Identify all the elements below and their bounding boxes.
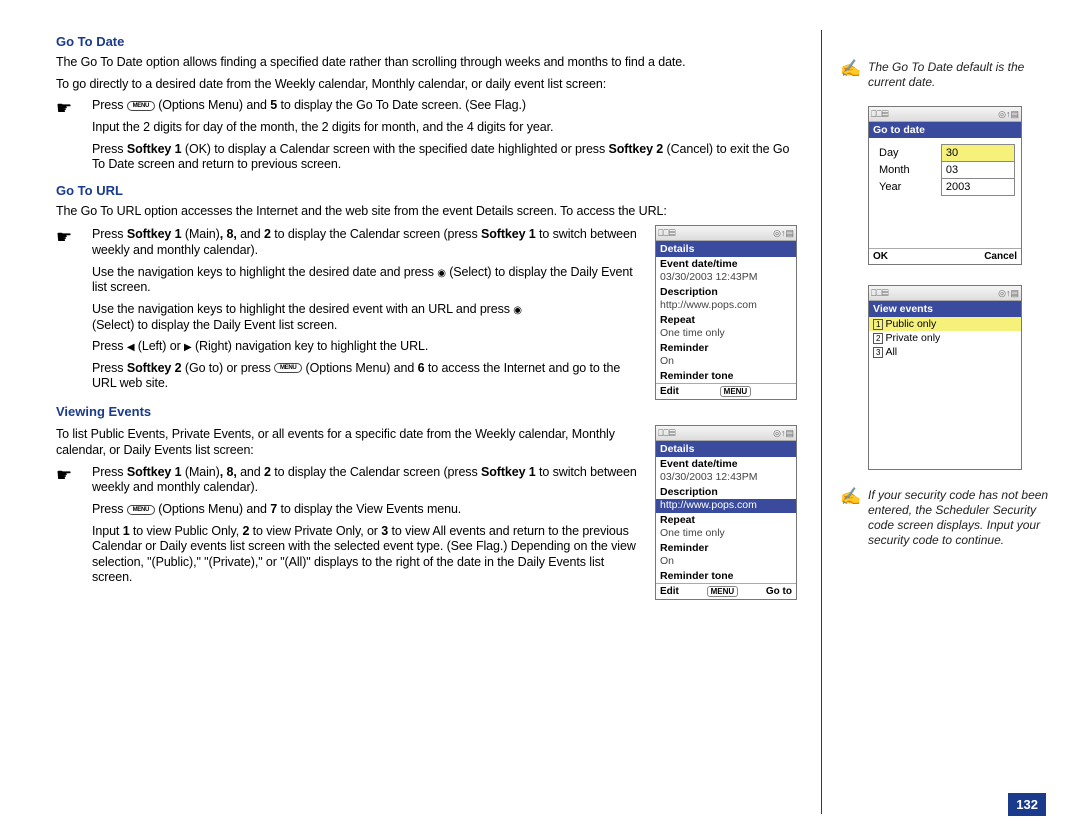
select-icon: ◉ — [437, 268, 446, 281]
list-item-private[interactable]: 2Private only — [869, 331, 1021, 345]
field-value-selected[interactable]: http://www.pops.com — [656, 499, 796, 513]
gtu-p1: The Go To URL option accesses the Intern… — [56, 204, 797, 220]
year-input[interactable]: 2003 — [941, 179, 1014, 196]
date-input-table: Day30 Month03 Year2003 — [875, 144, 1015, 196]
softkey-ok[interactable]: OK — [873, 251, 888, 262]
gtu-b1: Press Softkey 1 (Main), 8, and 2 to disp… — [92, 227, 647, 258]
phone-statusbar: ⎕⎕▤◎↑▤ — [869, 107, 1021, 122]
gtd-b3: Press Softkey 1 (OK) to display a Calend… — [92, 142, 797, 173]
pointer-icon: ☛ — [56, 98, 84, 179]
details-phone-screenshot-2: ⎕⎕▤◎↑▤ Details Event date/time 03/30/200… — [655, 425, 797, 600]
right-nav-icon: ▶ — [184, 342, 192, 355]
field-value: http://www.pops.com — [656, 299, 796, 313]
field-label: Repeat — [656, 513, 796, 527]
select-icon: ◉ — [513, 305, 522, 318]
gtu-b3: Use the navigation keys to highlight the… — [92, 302, 647, 333]
field-value: 03/30/2003 12:43PM — [656, 471, 796, 485]
softkey-edit[interactable]: Edit — [660, 586, 679, 597]
phone-statusbar: ⎕⎕▤◎↑▤ — [869, 286, 1021, 301]
page-number: 132 — [1008, 793, 1046, 816]
gtu-b2: Use the navigation keys to highlight the… — [92, 265, 647, 296]
softkey-menu[interactable]: MENU — [707, 586, 739, 597]
gtu-b4: Press ◀ (Left) or ▶ (Right) navigation k… — [92, 339, 647, 355]
field-value: On — [656, 355, 796, 369]
gtd-p2: To go directly to a desired date from th… — [56, 77, 797, 93]
phone-title: Details — [656, 441, 796, 457]
softkey-edit[interactable]: Edit — [660, 386, 679, 397]
field-label: Event date/time — [656, 257, 796, 271]
gotodate-phone-screenshot: ⎕⎕▤◎↑▤ Go to date Day30 Month03 Year2003… — [868, 106, 1022, 265]
viewevents-phone-screenshot: ⎕⎕▤◎↑▤ View events 1Public only 2Private… — [868, 285, 1022, 470]
field-label: Reminder — [656, 341, 796, 355]
flag-icon: ✍ — [840, 60, 858, 90]
field-label: Reminder — [656, 541, 796, 555]
softkey-cancel[interactable]: Cancel — [984, 251, 1017, 262]
flag-icon: ✍ — [840, 488, 858, 548]
list-item-all[interactable]: 3All — [869, 345, 1021, 359]
heading-gotourl: Go To URL — [56, 183, 797, 198]
field-value: One time only — [656, 527, 796, 541]
softkey-goto[interactable]: Go to — [766, 586, 792, 597]
phone-body: Event date/time 03/30/2003 12:43PM Descr… — [656, 257, 796, 383]
phone-title: Details — [656, 241, 796, 257]
phone-body: Event date/time 03/30/2003 12:43PM Descr… — [656, 457, 796, 583]
side-note-2: If your security code has not been enter… — [868, 488, 1052, 548]
softkey-menu[interactable]: MENU — [720, 386, 752, 397]
field-label: Repeat — [656, 313, 796, 327]
gtd-b2: Input the 2 digits for day of the month,… — [92, 120, 797, 136]
field-label: Description — [656, 485, 796, 499]
menu-icon: MENU — [274, 363, 302, 373]
heading-gotodate: Go To Date — [56, 34, 797, 49]
gtd-p1: The Go To Date option allows finding a s… — [56, 55, 797, 71]
phone-statusbar: ⎕⎕▤◎↑▤ — [656, 226, 796, 241]
gtu-b5: Press Softkey 2 (Go to) or press MENU (O… — [92, 361, 647, 392]
field-value: 03/30/2003 12:43PM — [656, 271, 796, 285]
year-label: Year — [875, 179, 941, 196]
ve-p1: To list Public Events, Private Events, o… — [56, 427, 647, 458]
phone-softkeys: OK Cancel — [869, 248, 1021, 264]
field-label: Reminder tone — [656, 569, 796, 583]
field-value: One time only — [656, 327, 796, 341]
field-label: Reminder tone — [656, 369, 796, 383]
gtd-b1: Press MENU (Options Menu) and 5 to displ… — [92, 98, 797, 114]
field-label: Event date/time — [656, 457, 796, 471]
pointer-icon: ☛ — [56, 227, 84, 398]
heading-viewing: Viewing Events — [56, 404, 797, 419]
phone-softkeys: Edit MENU Go to — [656, 583, 796, 599]
field-value: On — [656, 555, 796, 569]
phone-title: View events — [869, 301, 1021, 317]
pointer-icon: ☛ — [56, 465, 84, 592]
menu-icon: MENU — [127, 101, 155, 111]
day-input[interactable]: 30 — [941, 145, 1014, 162]
ve-b3: Input 1 to view Public Only, 2 to view P… — [92, 524, 647, 587]
list-item-public[interactable]: 1Public only — [869, 317, 1021, 331]
phone-statusbar: ⎕⎕▤◎↑▤ — [656, 426, 796, 441]
month-label: Month — [875, 162, 941, 179]
details-phone-screenshot: ⎕⎕▤◎↑▤ Details Event date/time 03/30/200… — [655, 225, 797, 400]
day-label: Day — [875, 145, 941, 162]
phone-softkeys: Edit MENU — [656, 383, 796, 399]
ve-b2: Press MENU (Options Menu) and 7 to displ… — [92, 502, 647, 518]
side-note-1: The Go To Date default is the current da… — [868, 60, 1052, 90]
phone-title: Go to date — [869, 122, 1021, 138]
field-label: Description — [656, 285, 796, 299]
ve-b1: Press Softkey 1 (Main), 8, and 2 to disp… — [92, 465, 647, 496]
menu-icon: MENU — [127, 505, 155, 515]
month-input[interactable]: 03 — [941, 162, 1014, 179]
